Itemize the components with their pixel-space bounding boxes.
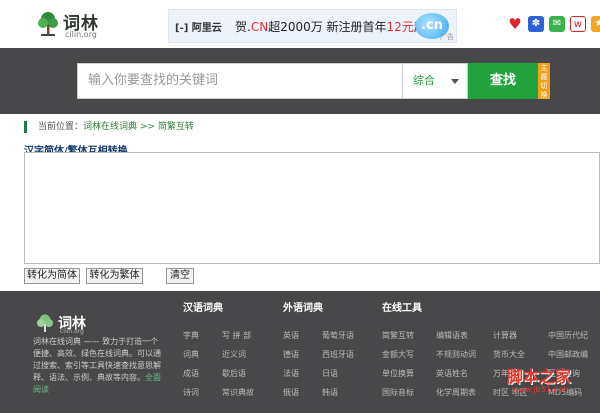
aliyun-icon: [-] [175,23,189,34]
breadcrumb: 当前位置：词林在线词典 >> 简繁互转 [24,121,194,133]
tree-logo-icon [38,12,58,36]
footer-link[interactable]: 不规则动词 [436,349,476,360]
wechat-icon[interactable]: ✉ [549,16,565,32]
footer-link[interactable]: 词典 [183,349,199,360]
ad-text-mid: 超2000万 新注册首年 [268,20,387,34]
search-button[interactable]: 查找 [468,63,538,99]
heart-icon[interactable]: ♥ [507,16,523,32]
ad-brand-name: 阿里云 [191,23,222,34]
footer-desc-text: 词林在线词典 —— 致力于打造一个便捷、高效、绿色在线词典。可以通过搜索、索引等… [33,337,161,382]
search-type-value: 综合 [413,74,435,87]
site-header: 词林 cilin.org [-] 阿里云 贺.CN超2000万 新注册首年12元… [0,0,600,48]
breadcrumb-sep: >> [139,122,155,132]
footer-link[interactable]: 金额大写 [382,349,414,360]
ad-text-pre: 贺. [235,20,251,34]
footer-link[interactable]: 西班牙语 [322,349,354,360]
tree-logo-icon [37,314,53,332]
footer-link[interactable]: 诗词 [183,387,199,398]
ad-text-cn: CN [250,20,269,34]
footer-link[interactable]: 法语 [283,368,299,379]
breadcrumb-prefix: 当前位置： [38,122,84,132]
watermark-text: 脚本之家 [507,367,572,386]
footer-col-chinese-title: 汉语词典 [183,303,223,314]
footer-link[interactable]: 货币大全 [493,349,525,360]
footer-link[interactable]: 韩语 [322,387,338,398]
footer-link[interactable]: 英语 [283,330,299,341]
ad-text-price: 12元 [386,20,414,34]
logo-domain: cilin.org [65,30,97,39]
footer-link[interactable]: 写 拼 部 [222,330,251,341]
footer-col-foreign-title: 外语词典 [283,303,323,314]
chevron-down-icon [451,79,459,84]
footer-logo-domain: cilin.org [60,328,84,335]
search-input[interactable]: 输入你要查找的关键词 [77,63,403,99]
footer-link[interactable]: 编辑语表 [436,330,468,341]
star-icon[interactable]: ★ [591,16,600,32]
footer-link[interactable]: 简繁互转 [382,330,414,341]
to-simplified-button[interactable]: 转化为简体 [24,268,80,284]
weibo-icon[interactable]: w [570,16,586,32]
footer-link[interactable]: 歇后语 [222,368,246,379]
footer-link[interactable]: 英语姓名 [436,368,468,379]
footer-link[interactable]: 近义词 [222,349,246,360]
footer-col-tools-title: 在线工具 [382,303,422,314]
ad-banner[interactable]: [-] 阿里云 贺.CN超2000万 新注册首年12元起 .cn 广告 [168,9,457,43]
footer-link[interactable]: 中国历代纪 [548,330,588,341]
to-traditional-button[interactable]: 转化为繁体 [86,268,143,284]
breadcrumb-home-link[interactable]: 词林在线词典 [83,122,137,132]
ad-tag: 广告 [440,33,454,41]
ad-brand: [-] 阿里云 [175,19,222,34]
footer-link[interactable]: 德语 [283,349,299,360]
footer-link[interactable]: 俄语 [283,387,299,398]
paw-icon[interactable]: ✽ [528,16,544,32]
social-icons: ♥ ✽ ✉ w ★ [507,16,600,32]
watermark: 脚本之家 www.jb51.net [507,363,599,403]
footer-description: 词林在线词典 —— 致力于打造一个便捷、高效、绿色在线词典。可以通过搜索、索引等… [33,336,163,396]
ad-text: 贺.CN超2000万 新注册首年12元起 [235,18,426,35]
footer-link[interactable]: 成语 [183,368,199,379]
convert-textarea[interactable] [24,152,600,264]
site-logo[interactable]: 词林 cilin.org [37,9,107,41]
footer-link[interactable]: 单位换算 [382,368,414,379]
search-type-select[interactable]: 综合 [403,63,468,99]
footer-logo[interactable]: 词林 cilin.org [36,314,106,335]
clear-button[interactable]: 清空 [166,268,194,284]
footer-link[interactable]: 计算器 [493,330,517,341]
footer-link[interactable]: 日语 [322,368,338,379]
footer-link[interactable]: 葡萄牙语 [322,330,354,341]
footer-link[interactable]: 化学周期表 [436,387,476,398]
theme-switch-tab[interactable]: 主题切换 [538,63,550,99]
footer-link[interactable]: 字典 [183,330,199,341]
footer-link[interactable]: 国际音标 [382,387,414,398]
search-bar: 输入你要查找的关键词 综合 查找 主题切换 [0,48,600,114]
footer-link[interactable]: 常识典故 [222,387,254,398]
watermark-url: www.jb51.net [512,385,567,394]
breadcrumb-current-link[interactable]: 简繁互转 [158,122,194,132]
footer-link[interactable]: 中国邮政编 [548,349,588,360]
